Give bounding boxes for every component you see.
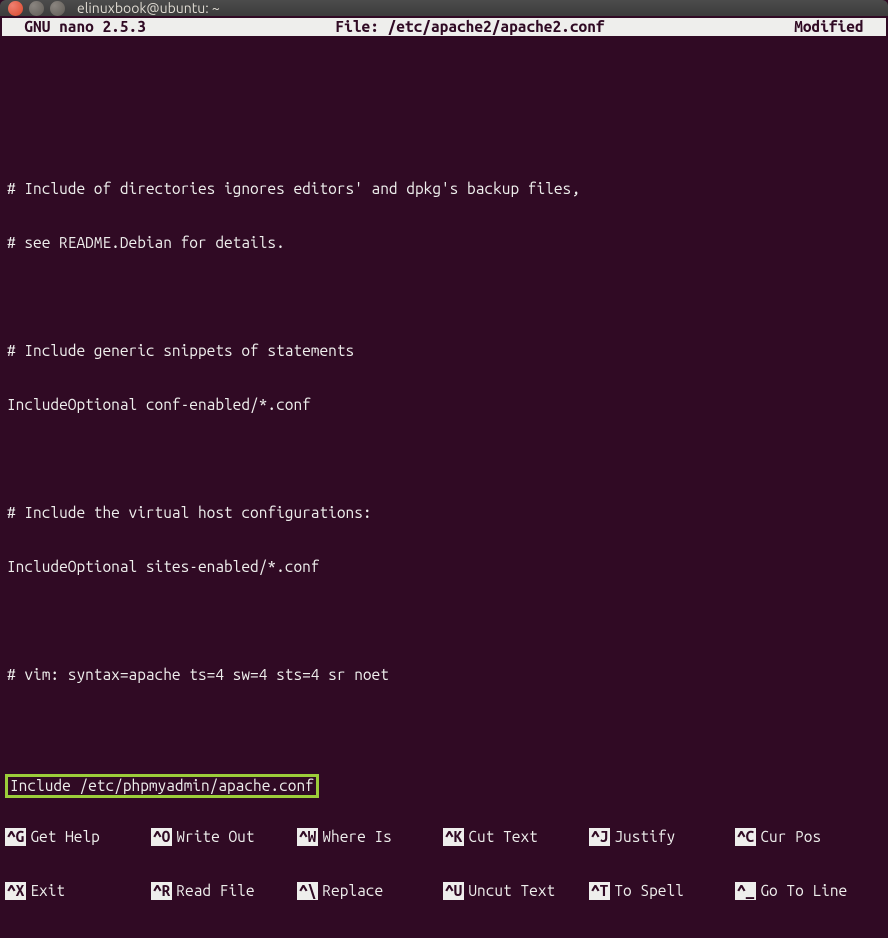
editor-line	[7, 450, 881, 468]
editor-line	[7, 288, 881, 306]
editor-line: # vim: syntax=apache ts=4 sw=4 sts=4 sr …	[7, 666, 881, 684]
editor-line: # see README.Debian for details.	[7, 234, 881, 252]
editor-line: # Include the virtual host configuration…	[7, 504, 881, 522]
shortcut-go-to-line[interactable]: ^_Go To Line	[735, 882, 881, 900]
maximize-icon[interactable]	[50, 1, 65, 16]
nano-shortcuts: ^GGet Help ^OWrite Out ^WWhere Is ^KCut …	[0, 792, 888, 936]
editor-line	[7, 72, 881, 90]
minimize-icon[interactable]	[29, 1, 44, 16]
editor-line: IncludeOptional sites-enabled/*.conf	[7, 558, 881, 576]
nano-status: Modified	[794, 18, 881, 36]
window-title: elinuxbook@ubuntu: ~	[77, 0, 220, 16]
shortcut-row-1: ^GGet Help ^OWrite Out ^WWhere Is ^KCut …	[5, 828, 883, 846]
window-controls	[8, 1, 65, 16]
close-icon[interactable]	[8, 1, 23, 16]
editor-line: Include /etc/phpmyadmin/apache.conf	[7, 774, 881, 792]
terminal-body[interactable]: GNU nano 2.5.3 File: /etc/apache2/apache…	[0, 16, 888, 938]
shortcut-cut-text[interactable]: ^KCut Text	[443, 828, 589, 846]
nano-header: GNU nano 2.5.3 File: /etc/apache2/apache…	[2, 18, 886, 36]
editor-line: # Include generic snippets of statements	[7, 342, 881, 360]
shortcut-exit[interactable]: ^XExit	[5, 882, 151, 900]
shortcut-uncut-text[interactable]: ^UUncut Text	[443, 882, 589, 900]
shortcut-where-is[interactable]: ^WWhere Is	[297, 828, 443, 846]
titlebar: elinuxbook@ubuntu: ~	[0, 0, 888, 16]
editor-line: IncludeOptional conf-enabled/*.conf	[7, 396, 881, 414]
nano-file: File: /etc/apache2/apache2.conf	[146, 18, 794, 36]
editor-line	[7, 126, 881, 144]
shortcut-justify[interactable]: ^JJustify	[589, 828, 735, 846]
nano-version: GNU nano 2.5.3	[7, 18, 146, 36]
shortcut-to-spell[interactable]: ^TTo Spell	[589, 882, 735, 900]
shortcut-write-out[interactable]: ^OWrite Out	[151, 828, 297, 846]
editor-line	[7, 720, 881, 738]
shortcut-read-file[interactable]: ^RRead File	[151, 882, 297, 900]
shortcut-row-2: ^XExit ^RRead File ^\Replace ^UUncut Tex…	[5, 882, 883, 900]
shortcut-cur-pos[interactable]: ^CCur Pos	[735, 828, 881, 846]
editor-line	[7, 612, 881, 630]
terminal-window: elinuxbook@ubuntu: ~ GNU nano 2.5.3 File…	[0, 0, 888, 536]
editor-line: # Include of directories ignores editors…	[7, 180, 881, 198]
shortcut-replace[interactable]: ^\Replace	[297, 882, 443, 900]
shortcut-get-help[interactable]: ^GGet Help	[5, 828, 151, 846]
